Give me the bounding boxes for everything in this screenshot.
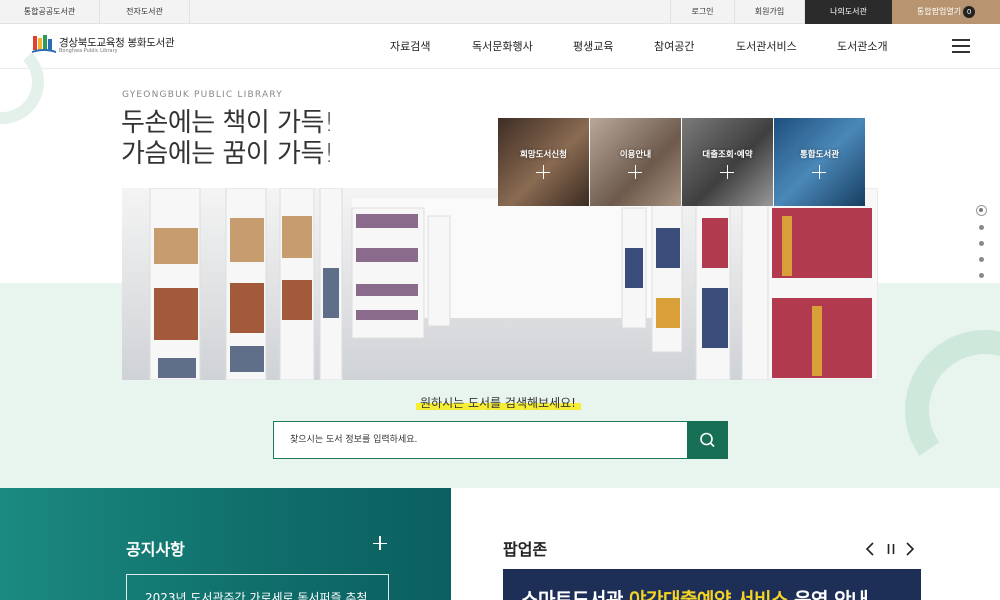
- plus-icon: [720, 165, 734, 179]
- pager-dot[interactable]: [979, 225, 984, 230]
- my-library-button[interactable]: 나의도서관: [805, 0, 892, 24]
- nav-item-search[interactable]: 자료검색: [390, 24, 430, 69]
- util-link-e-library[interactable]: 전자도서관: [100, 0, 190, 24]
- notice-item-card[interactable]: 2023년 도서관주간 가로세로 독서퍼즐 추첨: [126, 574, 389, 600]
- quick-link-label: 통합도서관: [799, 150, 840, 160]
- search-caption: 원하시는 도서를 검색해보세요!: [420, 396, 576, 410]
- book-search-input[interactable]: 찾으시는 도서 정보를 입력하세요.: [273, 421, 687, 459]
- hero-eyebrow: GYEONGBUK PUBLIC LIBRARY: [122, 90, 283, 100]
- popupzone-title: 팝업존: [503, 540, 548, 559]
- search-button[interactable]: [687, 421, 728, 459]
- notice-section: 공지사항 2023년 도서관주간 가로세로 독서퍼즐 추첨: [0, 488, 451, 600]
- hero-library-photo: [122, 188, 878, 380]
- quick-link-usage-guide[interactable]: 이용안내: [590, 118, 681, 206]
- quick-link-integrated-library[interactable]: 통합도서관: [774, 118, 865, 206]
- quick-links: 희망도서신청 이용안내 대출조회·예약 통합도서관: [498, 118, 865, 206]
- site-logo[interactable]: 경상북도교육청 봉화도서관 Bonghwa Public Library: [32, 34, 192, 58]
- plus-icon: [536, 165, 550, 179]
- hero-headline: 두손에는 책이 가득! 가슴에는 꿈이 가득!: [121, 108, 334, 170]
- notice-more-plus-icon[interactable]: [373, 536, 387, 550]
- hero-headline-line1: 두손에는 책이 가득!: [121, 108, 334, 138]
- quick-link-hope-book[interactable]: 희망도서신청: [498, 118, 589, 206]
- utility-bar: 통합공공도서관 전자도서관 로그인 회원가입 나의도서관 통합팝업열기 0: [0, 0, 1000, 24]
- chevron-right-icon[interactable]: [903, 541, 917, 557]
- banner-text: 스마트도서관 야간대출예약 서비스 운영 안내: [521, 585, 869, 600]
- popup-count-badge: 0: [963, 5, 976, 18]
- nav-item-about[interactable]: 도서관소개: [837, 24, 888, 69]
- site-header: 경상북도교육청 봉화도서관 Bonghwa Public Library 자료검…: [0, 24, 1000, 69]
- quick-link-label: 대출조회·예약: [702, 150, 753, 160]
- quick-link-label: 희망도서신청: [520, 150, 567, 160]
- pause-icon[interactable]: [884, 541, 898, 557]
- hero-headline-line2: 가슴에는 꿈이 가득!: [121, 139, 334, 169]
- chevron-left-icon[interactable]: [863, 541, 877, 557]
- section-pager: [976, 205, 988, 285]
- pager-dot[interactable]: [979, 241, 984, 246]
- quick-link-label: 이용안내: [619, 150, 652, 160]
- notice-item-title: 2023년 도서관주간 가로세로 독서퍼즐 추첨: [145, 591, 368, 600]
- nav-item-services[interactable]: 도서관서비스: [736, 24, 797, 69]
- plus-icon: [812, 165, 826, 179]
- quick-link-loan-reservation[interactable]: 대출조회·예약: [682, 118, 773, 206]
- banner-text-highlight: 야간대출예약 서비스: [629, 589, 788, 600]
- util-link-integrated-library[interactable]: 통합공공도서관: [0, 0, 100, 24]
- pager-dot-active[interactable]: [976, 205, 987, 216]
- join-link[interactable]: 회원가입: [735, 0, 805, 24]
- plus-icon: [628, 165, 642, 179]
- hamburger-menu-icon[interactable]: [952, 39, 970, 53]
- nav-item-education[interactable]: 평생교육: [573, 24, 613, 69]
- logo-subtitle: Bonghwa Public Library: [59, 48, 118, 54]
- logo-book-icon: [32, 35, 56, 53]
- banner-text-part3: 운영 안내: [787, 589, 869, 600]
- popup-open-label: 통합팝업열기: [916, 7, 962, 16]
- nav-item-reading-events[interactable]: 독서문화행사: [472, 24, 533, 69]
- pager-dot[interactable]: [979, 257, 984, 262]
- banner-text-part1: 스마트도서관: [521, 589, 629, 600]
- popupzone-banner[interactable]: 스마트도서관 야간대출예약 서비스 운영 안내: [503, 569, 921, 600]
- pager-dot[interactable]: [979, 273, 984, 278]
- popup-open-button[interactable]: 통합팝업열기 0: [892, 0, 1000, 24]
- notice-title: 공지사항: [126, 540, 185, 559]
- nav-item-participation[interactable]: 참여공간: [654, 24, 694, 69]
- login-link[interactable]: 로그인: [670, 0, 735, 24]
- search-icon: [700, 432, 715, 448]
